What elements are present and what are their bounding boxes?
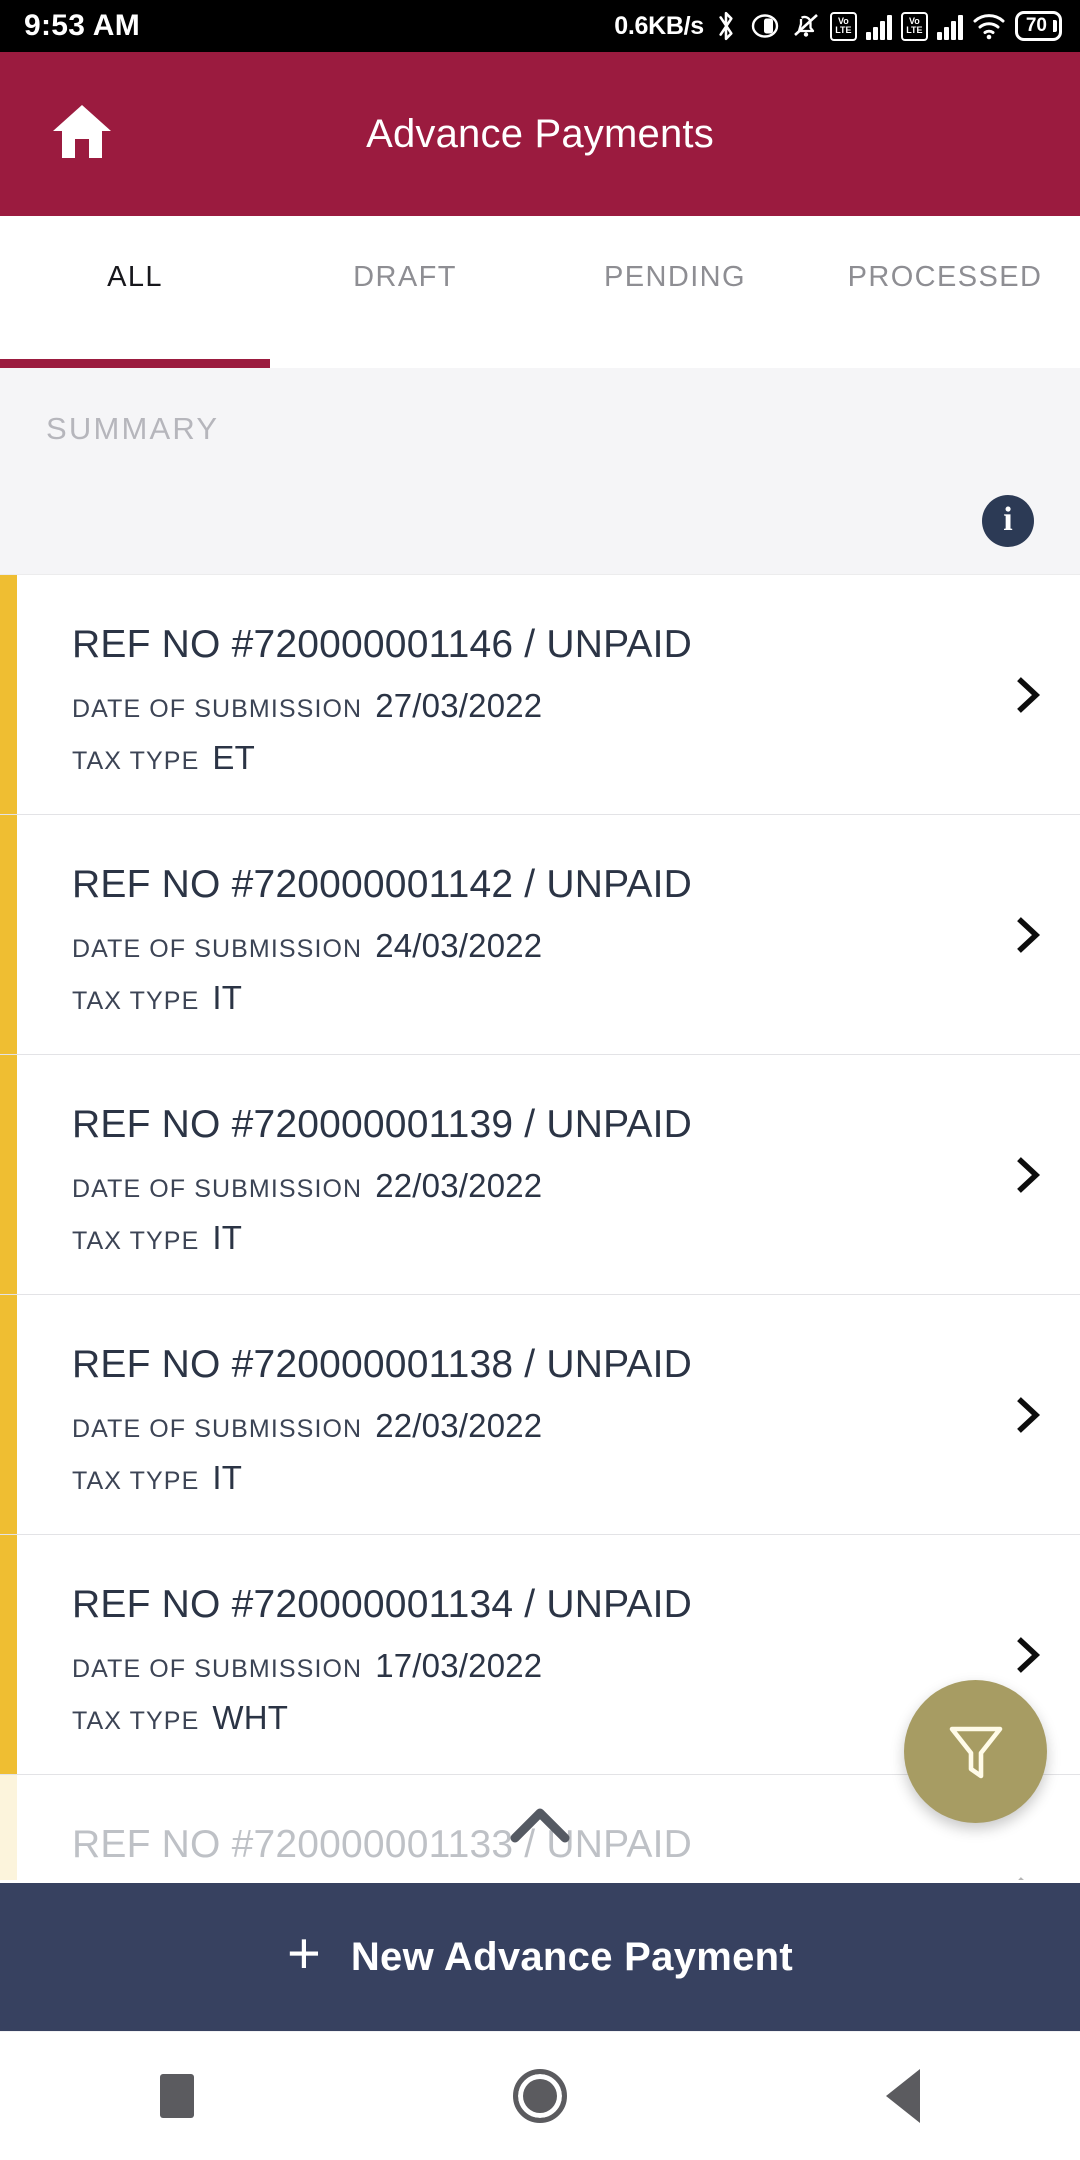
reference-number: REF NO #720000001142 / UNPAID [72,863,693,906]
home-icon [50,101,114,168]
status-accent-bar [0,575,17,814]
signal-sim2-icon [936,12,963,40]
submission-date-value: 27/03/2022 [375,687,543,724]
volte-sim1-icon: Vo LTE [829,11,857,41]
tax-type-label: TAX TYPE [72,1227,200,1255]
submission-date-label: DATE OF SUBMISSION [72,1175,363,1203]
recents-square-icon[interactable] [159,2074,194,2118]
tax-type-label: TAX TYPE [72,1467,200,1495]
filter-button[interactable] [904,1680,1047,1823]
info-glyph: i [1003,501,1013,538]
submission-date-row: DATE OF SUBMISSION 24/03/2022 [72,927,692,965]
chevron-up-icon[interactable] [505,1800,575,1850]
submission-date-row: DATE OF SUBMISSION 22/03/2022 [72,1167,692,1205]
android-navigation-bar [0,2031,1080,2160]
app-screen: 9:53 AM 0.6KB/s Vo LTE Vo LTE 70 Advance… [0,0,1080,2160]
volte-sim2-icon: Vo LTE [900,11,928,41]
tax-type-value: IT [212,1219,243,1256]
tax-type-row: TAX TYPE WHT [72,1699,692,1737]
list-item-body: REF NO #720000001134 / UNPAID DATE OF SU… [72,1583,692,1751]
mute-icon [791,10,821,42]
submission-date-label: DATE OF SUBMISSION [72,935,363,963]
info-icon[interactable]: i [982,495,1034,547]
list-item-body: REF NO #720000001139 / UNPAID DATE OF SU… [72,1103,692,1271]
reference-number: REF NO #720000001133 / UNPAID [72,1823,693,1866]
summary-label: SUMMARY [46,411,220,446]
payment-list[interactable]: REF NO #720000001146 / UNPAID DATE OF SU… [0,575,1080,1880]
chevron-right-icon[interactable] [1006,1393,1050,1437]
plus-icon: + [286,1921,321,1986]
tab-processed[interactable]: PROCESSED [810,216,1080,368]
tab-all[interactable]: ALL [0,216,270,368]
home-circle-icon[interactable] [512,2069,567,2123]
tab-bar: ALL DRAFT PENDING PROCESSED [0,216,1080,368]
tax-type-value: IT [212,979,243,1016]
chevron-right-icon[interactable] [1006,1873,1050,1880]
reference-number: REF NO #720000001134 / UNPAID [72,1583,693,1626]
list-item-body: REF NO #720000001142 / UNPAID DATE OF SU… [72,863,692,1031]
list-item[interactable]: REF NO #720000001146 / UNPAID DATE OF SU… [0,575,1080,815]
submission-date-row: DATE OF SUBMISSION 17/03/2022 [72,1647,692,1685]
status-accent-bar [0,815,17,1054]
network-speed-text: 0.6KB/s [614,11,704,40]
tax-type-row: TAX TYPE IT [72,1219,692,1257]
submission-date-value: 24/03/2022 [375,927,543,964]
new-advance-payment-label: New Advance Payment [350,1934,794,1979]
submission-date-label: DATE OF SUBMISSION [72,695,363,723]
tax-type-label: TAX TYPE [72,987,200,1015]
tab-pending[interactable]: PENDING [540,216,810,368]
new-advance-payment-button[interactable]: + New Advance Payment [0,1883,1080,2031]
tax-type-row: TAX TYPE ET [72,739,692,777]
app-bar: Advance Payments [0,52,1080,216]
status-time: 9:53 AM [24,9,141,42]
submission-date-value: 17/03/2022 [375,1647,543,1684]
reference-number: REF NO #720000001146 / UNPAID [72,623,693,666]
list-item[interactable]: REF NO #720000001142 / UNPAID DATE OF SU… [0,815,1080,1055]
chevron-right-icon[interactable] [1006,1153,1050,1197]
bluetooth-icon [713,10,739,42]
submission-date-value: 22/03/2022 [375,1407,543,1444]
status-accent-bar [0,1055,17,1294]
wifi-icon [972,12,1006,40]
submission-date-value: 22/03/2022 [375,1167,543,1204]
submission-date-label: DATE OF SUBMISSION [72,1415,363,1443]
chevron-right-icon[interactable] [1006,1633,1050,1677]
summary-section: SUMMARY i [0,368,1080,575]
status-accent-bar [0,1295,17,1534]
tax-type-value: WHT [212,1699,289,1736]
list-item-body: REF NO #720000001133 / UNPAID DATE OF SU… [72,1823,692,1880]
tax-type-value: ET [212,739,255,776]
submission-date-row: DATE OF SUBMISSION 27/03/2022 [72,687,692,725]
status-accent-bar [0,1775,17,1880]
tax-type-row: TAX TYPE IT [72,1459,692,1497]
list-item[interactable]: REF NO #720000001138 / UNPAID DATE OF SU… [0,1295,1080,1535]
list-item[interactable]: REF NO #720000001139 / UNPAID DATE OF SU… [0,1055,1080,1295]
reference-number: REF NO #720000001139 / UNPAID [72,1103,693,1146]
chevron-right-icon[interactable] [1006,913,1050,957]
list-item-body: REF NO #720000001146 / UNPAID DATE OF SU… [72,623,692,791]
back-triangle-icon[interactable] [886,2069,921,2123]
signal-sim1-icon [865,12,892,40]
tax-type-value: IT [212,1459,243,1496]
status-accent-bar [0,1535,17,1774]
page-title: Advance Payments [366,111,714,156]
battery-level-text: 70 [1025,15,1047,36]
tax-type-row: TAX TYPE IT [72,979,692,1017]
status-bar: 9:53 AM 0.6KB/s Vo LTE Vo LTE 70 [0,0,1080,52]
home-button[interactable] [46,98,118,170]
reference-number: REF NO #720000001138 / UNPAID [72,1343,693,1386]
tax-type-label: TAX TYPE [72,747,200,775]
submission-date-row: DATE OF SUBMISSION 22/03/2022 [72,1407,692,1445]
data-saver-icon [748,11,782,41]
status-icons: 0.6KB/s Vo LTE Vo LTE 70 [614,10,1062,42]
battery-icon: 70 [1014,11,1062,41]
filter-funnel-icon [940,1713,1012,1790]
chevron-right-icon[interactable] [1006,673,1050,717]
list-item-body: REF NO #720000001138 / UNPAID DATE OF SU… [72,1343,692,1511]
submission-date-label: DATE OF SUBMISSION [72,1655,363,1683]
tax-type-label: TAX TYPE [72,1707,200,1735]
tab-draft[interactable]: DRAFT [270,216,540,368]
